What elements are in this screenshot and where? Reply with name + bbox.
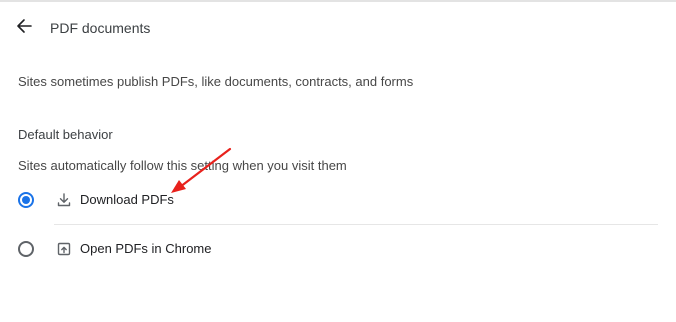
back-button[interactable] bbox=[10, 12, 38, 40]
radio-download-pdfs[interactable] bbox=[18, 192, 34, 208]
page-title: PDF documents bbox=[50, 20, 151, 36]
open-in-chrome-icon bbox=[57, 242, 71, 256]
pdf-documents-settings-page: PDF documents Sites sometimes publish PD… bbox=[0, 0, 676, 322]
page-header: PDF documents bbox=[0, 2, 676, 52]
option-divider bbox=[54, 224, 658, 225]
option-label-download-pdfs: Download PDFs bbox=[80, 192, 174, 207]
section-title: Default behavior bbox=[18, 127, 113, 142]
download-icon bbox=[57, 193, 71, 207]
option-label-open-pdfs-in-chrome: Open PDFs in Chrome bbox=[80, 241, 212, 256]
arrow-back-icon bbox=[17, 19, 32, 33]
option-download-pdfs[interactable]: Download PDFs bbox=[0, 177, 676, 223]
page-description: Sites sometimes publish PDFs, like docum… bbox=[18, 74, 414, 89]
radio-open-pdfs-in-chrome[interactable] bbox=[18, 241, 34, 257]
section-subtitle: Sites automatically follow this setting … bbox=[18, 158, 347, 173]
option-open-pdfs-in-chrome[interactable]: Open PDFs in Chrome bbox=[0, 226, 676, 272]
